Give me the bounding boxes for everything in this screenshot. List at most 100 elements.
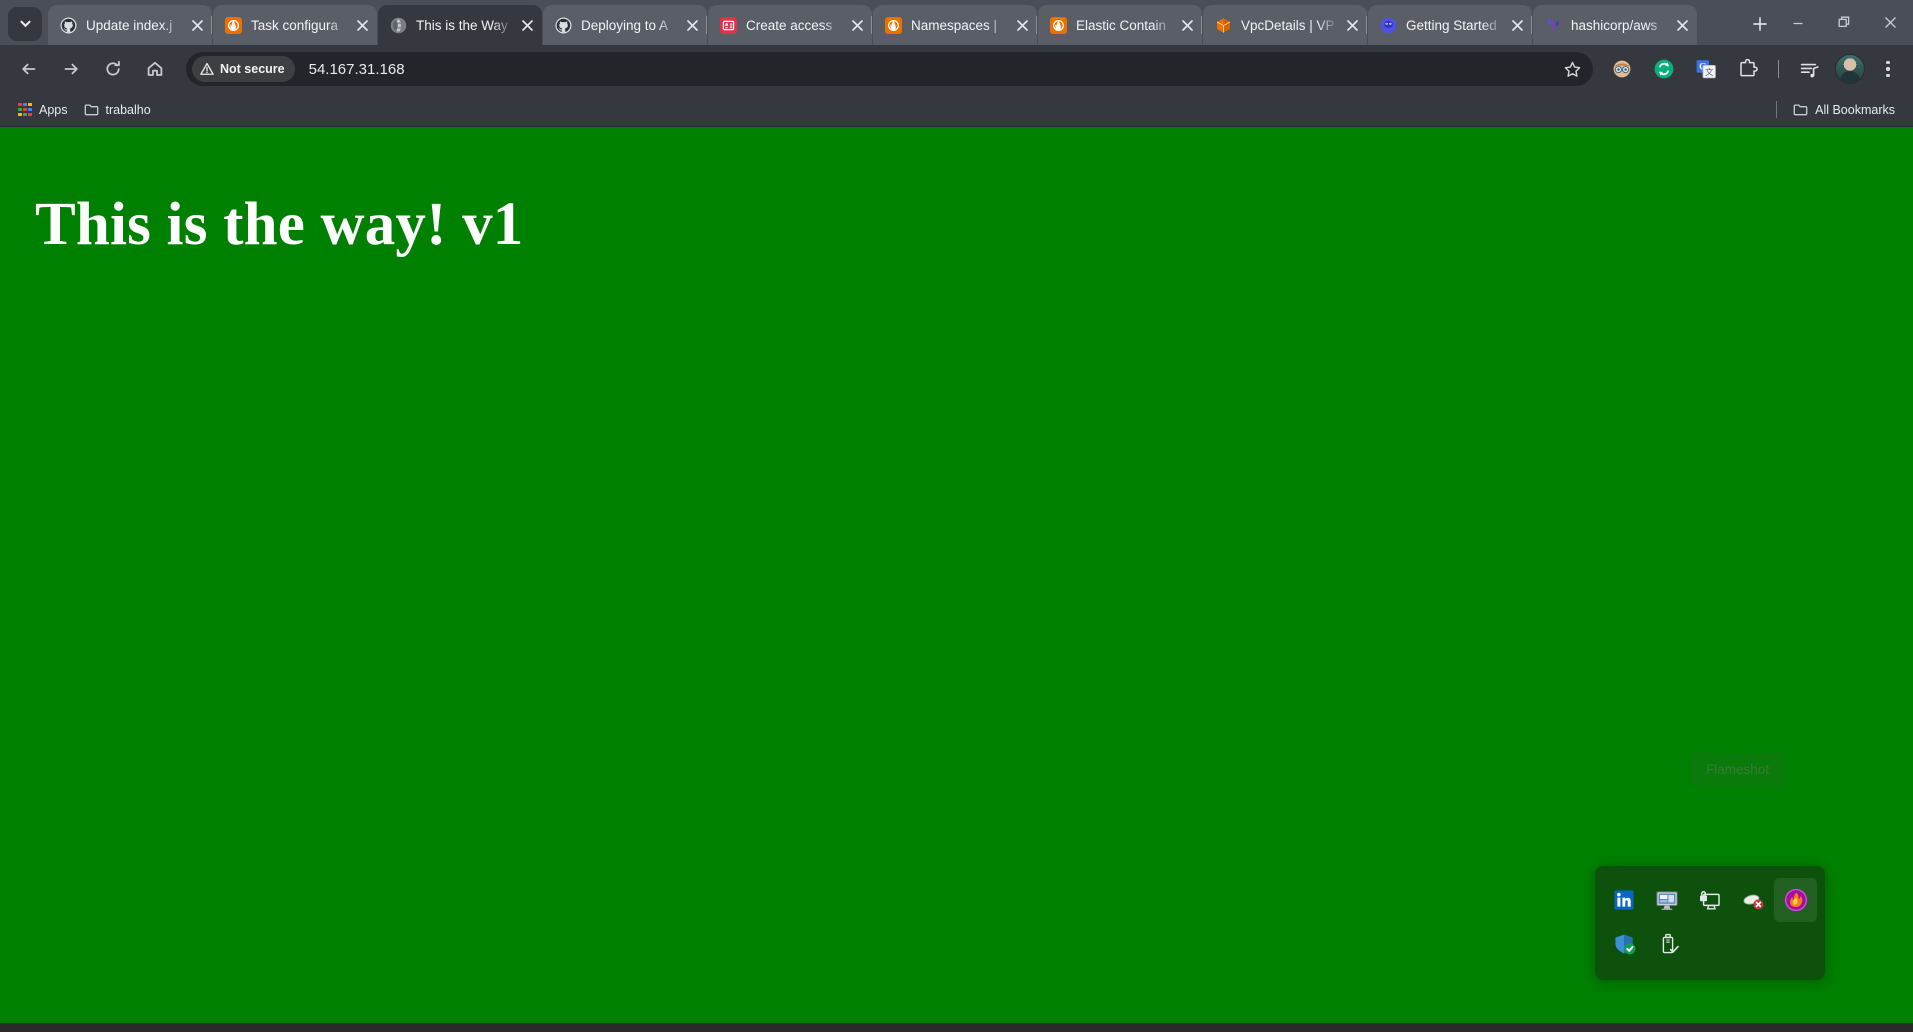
media-controls-icon[interactable] — [1793, 53, 1825, 85]
tab-title: Task configura — [251, 17, 339, 33]
page-heading: This is the way! v1 — [35, 191, 524, 258]
all-bookmarks-button[interactable]: All Bookmarks — [1785, 98, 1903, 122]
playlist-music-icon — [1800, 63, 1819, 77]
close-icon — [1016, 19, 1028, 31]
tab-close-button[interactable] — [516, 14, 538, 36]
profile-avatar[interactable] — [1835, 54, 1865, 84]
reload-button[interactable] — [96, 52, 130, 86]
security-shield-glyph — [1615, 934, 1636, 955]
bookmark-item-trabalho[interactable]: trabalho — [76, 98, 159, 122]
tab-list: Update index.j Task configura This is the … — [48, 5, 1739, 45]
chrome-menu-button[interactable] — [1873, 52, 1903, 86]
warning-triangle-icon — [200, 62, 214, 75]
aws-ecs-icon — [1050, 16, 1067, 34]
bookmark-item-apps[interactable]: Apps — [10, 98, 76, 122]
tab-3[interactable]: Deploying to A — [543, 5, 707, 45]
forward-button[interactable] — [54, 52, 88, 86]
tab-separator — [706, 16, 707, 34]
flameshot-glyph — [1784, 888, 1807, 912]
restore-button[interactable] — [1821, 0, 1867, 45]
address-bar[interactable]: Not secure 54.167.31.168 — [186, 52, 1593, 86]
tray-row-1 — [1603, 878, 1817, 922]
back-button[interactable] — [12, 52, 46, 86]
monitor-glyph — [1656, 891, 1678, 910]
tab-4[interactable]: Create access — [706, 5, 872, 45]
plus-icon — [1753, 17, 1767, 31]
terraform-icon — [1548, 18, 1559, 31]
tray-tooltip: Flameshot — [1689, 753, 1785, 786]
linkedin-glyph — [1614, 890, 1634, 910]
close-button[interactable] — [1867, 0, 1913, 45]
extensions-puzzle-icon[interactable] — [1732, 53, 1764, 85]
lock-screen-icon[interactable] — [1689, 878, 1732, 922]
new-tab-button[interactable] — [1745, 9, 1775, 39]
minimize-button[interactable] — [1775, 0, 1821, 45]
network-disconnected-icon[interactable] — [1731, 878, 1774, 922]
tab-title: Create access — [746, 17, 833, 33]
aws-iam-icon — [720, 16, 737, 34]
tab-close-button[interactable] — [1671, 14, 1693, 36]
tab-close-button[interactable] — [1506, 14, 1528, 36]
tab-close-button[interactable] — [1176, 14, 1198, 36]
tab-0[interactable]: Update index.j — [48, 5, 212, 45]
aws-vpc-icon — [1215, 17, 1232, 34]
aws-ecs-icon — [1050, 16, 1067, 34]
tab-title: Update index.j — [86, 17, 173, 33]
tab-9[interactable]: hashicorp/aws — [1531, 5, 1697, 45]
close-icon — [1346, 19, 1358, 31]
globe-icon — [390, 17, 407, 34]
url-text[interactable]: 54.167.31.168 — [309, 61, 405, 78]
tab-separator — [1531, 16, 1532, 34]
tab-title: VpcDetails | VP — [1241, 17, 1335, 33]
tab-5[interactable]: Namespaces | — [871, 5, 1037, 45]
tab-close-button[interactable] — [1011, 14, 1033, 36]
close-icon — [851, 19, 863, 31]
arrow-left-icon — [22, 63, 36, 75]
home-button[interactable] — [138, 52, 172, 86]
aws-ecs-icon — [885, 16, 902, 34]
tab-close-button[interactable] — [846, 14, 868, 36]
tab-close-button[interactable] — [1341, 14, 1363, 36]
close-icon — [1181, 19, 1193, 31]
tab-search-button[interactable] — [8, 7, 42, 41]
close-icon — [686, 19, 698, 31]
tray-row-2 — [1603, 922, 1817, 966]
tab-close-button[interactable] — [351, 14, 373, 36]
windows-security-icon[interactable] — [1603, 922, 1647, 966]
face-extension-icon[interactable] — [1606, 53, 1638, 85]
svg-text:文: 文 — [1705, 67, 1714, 77]
tab-8[interactable]: Getting Started — [1366, 5, 1532, 45]
tab-title: Elastic Contain — [1076, 17, 1167, 33]
tab-close-button[interactable] — [186, 14, 208, 36]
tab-7[interactable]: VpcDetails | VP — [1201, 5, 1367, 45]
docker-icon — [1380, 17, 1397, 33]
tab-separator — [1036, 16, 1037, 34]
tab-title: Getting Started — [1406, 17, 1497, 33]
close-icon — [1884, 17, 1896, 28]
usb-eject-glyph — [1662, 933, 1679, 954]
terraform-icon — [1545, 17, 1562, 34]
flameshot-icon[interactable] — [1774, 878, 1817, 922]
tab-2[interactable]: This is the Way — [378, 5, 542, 45]
aws-ecs-icon — [885, 16, 902, 34]
tab-strip: Update index.j Task configura This is the … — [0, 0, 1913, 45]
tab-1[interactable]: Task configura — [211, 5, 377, 45]
display-settings-icon[interactable] — [1646, 878, 1689, 922]
safely-remove-hardware-icon[interactable] — [1647, 922, 1691, 966]
tab-6[interactable]: Elastic Contain — [1036, 5, 1202, 45]
sync-extension-icon[interactable] — [1648, 53, 1680, 85]
bookmarks-bar: Apps trabalho All Bookmarks — [0, 93, 1913, 127]
security-status-badge[interactable]: Not secure — [192, 56, 295, 82]
bookmark-star-button[interactable] — [1557, 54, 1587, 84]
linkedin-icon[interactable] — [1603, 878, 1646, 922]
toolbar-divider — [1778, 60, 1779, 78]
folder-icon — [84, 102, 99, 117]
tab-close-button[interactable] — [681, 14, 703, 36]
star-icon — [1564, 61, 1580, 77]
google-translate-icon[interactable]: G 文 — [1690, 53, 1722, 85]
globe-icon — [390, 17, 407, 33]
github-icon — [60, 17, 77, 33]
all-bookmarks-label: All Bookmarks — [1815, 102, 1895, 117]
network-error-glyph — [1743, 894, 1764, 910]
apps-grid-icon — [18, 102, 32, 117]
